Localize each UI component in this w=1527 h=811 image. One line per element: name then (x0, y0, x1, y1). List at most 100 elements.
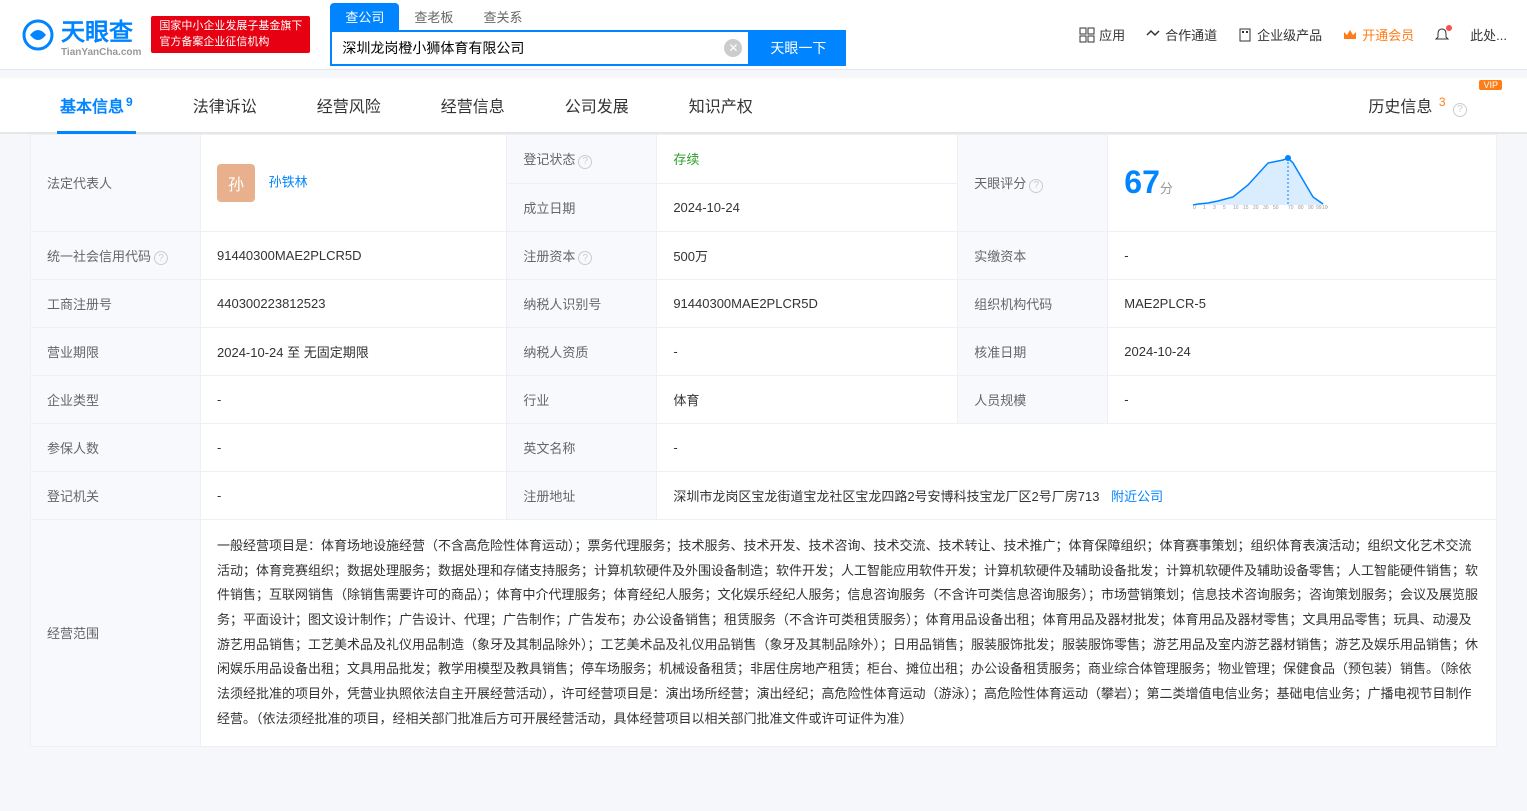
search-tab-company[interactable]: 查公司 (330, 3, 399, 30)
svg-text:99: 99 (1316, 205, 1322, 210)
eng-name-value: - (657, 424, 1497, 472)
nav-here[interactable]: 此处... (1470, 25, 1507, 44)
tab-label: 基本信息 (60, 99, 124, 116)
insured-label: 参保人数 (31, 424, 201, 472)
avatar: 孙 (217, 164, 255, 202)
badge-line2: 官方备案企业征信机构 (159, 35, 302, 50)
table-row: 经营范围 一般经营项目是：体育场地设施经营（不含高危险性体育运动）；票务代理服务… (31, 520, 1497, 747)
tax-qual-label: 纳税人资质 (507, 328, 657, 376)
search-section: 查公司 查老板 查关系 ✕ 天眼一下 (330, 3, 846, 66)
label-text: 天眼评分 (974, 176, 1026, 191)
nav-vip[interactable]: 开通会员 (1342, 25, 1414, 44)
search-tab-boss[interactable]: 查老板 (399, 3, 468, 30)
vip-badge: VIP (1479, 80, 1502, 90)
tax-qual-value: - (657, 328, 958, 376)
address-text: 深圳市龙岗区宝龙街道宝龙社区宝龙四路2号安博科技宝龙厂区2号厂房713 (673, 489, 1099, 504)
table-row: 营业期限 2024-10-24 至 无固定期限 纳税人资质 - 核准日期 202… (31, 328, 1497, 376)
svg-text:70: 70 (1288, 205, 1294, 210)
org-code-value: MAE2PLCR-5 (1108, 280, 1497, 328)
clear-icon[interactable]: ✕ (724, 39, 742, 57)
nav-notify[interactable] (1434, 27, 1450, 43)
paid-capital-value: - (1108, 231, 1497, 280)
help-icon[interactable]: ? (154, 251, 168, 265)
search-row: ✕ 天眼一下 (330, 30, 846, 66)
score-distribution-chart: 0135101520305070809099100 (1188, 155, 1328, 210)
logo-icon (20, 17, 56, 53)
official-badge: 国家中小企业发展子基金旗下 官方备案企业征信机构 (151, 16, 310, 53)
reg-addr-label: 注册地址 (507, 472, 657, 520)
search-tabs: 查公司 查老板 查关系 (330, 3, 846, 30)
reg-capital-label: 注册资本? (507, 231, 657, 280)
tab-basic-info[interactable]: 基本信息9 (30, 78, 163, 132)
score-number: 67 (1124, 164, 1160, 200)
industry-value: 体育 (657, 376, 958, 424)
nav-apps-label: 应用 (1099, 25, 1125, 44)
legal-rep-label: 法定代表人 (31, 135, 201, 232)
tax-id-value: 91440300MAE2PLCR5D (657, 280, 958, 328)
reg-status-value: 存续 (657, 135, 958, 184)
paid-capital-label: 实缴资本 (958, 231, 1108, 280)
svg-text:90: 90 (1308, 205, 1314, 210)
help-icon[interactable]: ? (1453, 103, 1467, 117)
svg-text:50: 50 (1273, 205, 1279, 210)
help-icon[interactable]: ? (578, 251, 592, 265)
svg-text:15: 15 (1243, 205, 1249, 210)
svg-text:3: 3 (1213, 205, 1216, 210)
tab-ip[interactable]: 知识产权 (659, 78, 783, 132)
svg-text:1: 1 (1203, 205, 1206, 210)
table-row: 企业类型 - 行业 体育 人员规模 - (31, 376, 1497, 424)
crown-icon (1342, 27, 1358, 43)
credit-code-label: 统一社会信用代码? (31, 231, 201, 280)
nav-partner-label: 合作通道 (1165, 25, 1217, 44)
nav-enterprise-label: 企业级产品 (1257, 25, 1322, 44)
logo-section: 天眼查 TianYanCha.com 国家中小企业发展子基金旗下 官方备案企业征… (20, 12, 310, 58)
svg-text:20: 20 (1253, 205, 1259, 210)
reg-addr-value: 深圳市龙岗区宝龙街道宝龙社区宝龙四路2号安博科技宝龙厂区2号厂房713 附近公司 (657, 472, 1497, 520)
top-header: 天眼查 TianYanCha.com 国家中小企业发展子基金旗下 官方备案企业征… (0, 0, 1527, 70)
main-tabs: 基本信息9 法律诉讼 经营风险 经营信息 公司发展 知识产权 VIP 历史信息 … (0, 78, 1527, 134)
search-tab-relation[interactable]: 查关系 (468, 3, 537, 30)
legal-rep-value: 孙 孙铁林 (201, 135, 507, 232)
search-button[interactable]: 天眼一下 (750, 30, 846, 66)
status-text: 存续 (673, 152, 699, 167)
tab-history[interactable]: VIP 历史信息 3 ? (1338, 78, 1497, 132)
tab-badge: 9 (126, 95, 133, 109)
nav-enterprise[interactable]: 企业级产品 (1237, 25, 1322, 44)
search-input[interactable] (330, 30, 750, 66)
reg-status-label: 登记状态? (507, 135, 657, 184)
nav-apps[interactable]: 应用 (1079, 25, 1125, 44)
svg-text:5: 5 (1223, 205, 1226, 210)
staff-label: 人员规模 (958, 376, 1108, 424)
legal-rep-name[interactable]: 孙铁林 (269, 174, 308, 189)
staff-value: - (1108, 376, 1497, 424)
svg-text:0: 0 (1193, 205, 1196, 210)
help-icon[interactable]: ? (578, 155, 592, 169)
nav-vip-label: 开通会员 (1362, 25, 1414, 44)
insured-value: - (201, 424, 507, 472)
table-row: 统一社会信用代码? 91440300MAE2PLCR5D 注册资本? 500万 … (31, 231, 1497, 280)
ent-type-value: - (201, 376, 507, 424)
nearby-company-link[interactable]: 附近公司 (1111, 489, 1163, 504)
tab-risk[interactable]: 经营风险 (287, 78, 411, 132)
nav-right: 应用 合作通道 企业级产品 开通会员 此处... (1079, 25, 1507, 44)
scope-label: 经营范围 (31, 520, 201, 747)
table-row: 参保人数 - 英文名称 - (31, 424, 1497, 472)
scope-value: 一般经营项目是：体育场地设施经营（不含高危险性体育运动）；票务代理服务；技术服务… (201, 520, 1497, 747)
biz-term-label: 营业期限 (31, 328, 201, 376)
table-row: 工商注册号 440300223812523 纳税人识别号 91440300MAE… (31, 280, 1497, 328)
label-text: 注册资本 (523, 249, 575, 264)
logo[interactable]: 天眼查 TianYanCha.com (20, 12, 141, 58)
logo-subtitle: TianYanCha.com (61, 47, 141, 58)
approve-date-value: 2024-10-24 (1108, 328, 1497, 376)
tab-operation[interactable]: 经营信息 (411, 78, 535, 132)
table-row: 登记机关 - 注册地址 深圳市龙岗区宝龙街道宝龙社区宝龙四路2号安博科技宝龙厂区… (31, 472, 1497, 520)
tab-development[interactable]: 公司发展 (535, 78, 659, 132)
reg-auth-value: - (201, 472, 507, 520)
label-text: 统一社会信用代码 (47, 249, 151, 264)
nav-partner[interactable]: 合作通道 (1145, 25, 1217, 44)
tab-label: 历史信息 (1368, 99, 1432, 116)
help-icon[interactable]: ? (1029, 179, 1043, 193)
reg-auth-label: 登记机关 (31, 472, 201, 520)
tab-legal[interactable]: 法律诉讼 (163, 78, 287, 132)
svg-text:80: 80 (1298, 205, 1304, 210)
